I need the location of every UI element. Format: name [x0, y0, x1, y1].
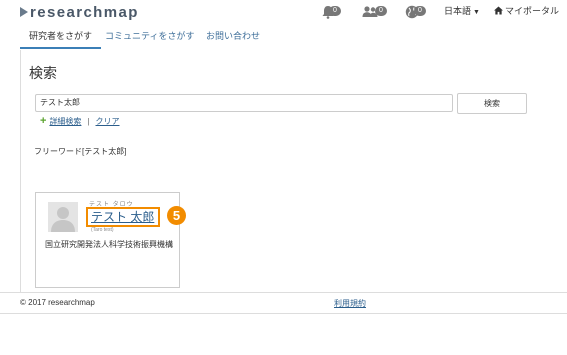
researcher-name-link[interactable]: テスト 太郎: [91, 208, 154, 225]
search-links: + 詳細検索 | クリア: [40, 115, 120, 127]
copyright-text: © 2017 researchmap: [20, 298, 95, 307]
mypage-link[interactable]: マイポータル: [494, 4, 559, 17]
logo-text: researchmap: [30, 3, 139, 21]
home-icon: [494, 6, 503, 15]
logo-arrow-icon: [20, 7, 28, 17]
language-selector[interactable]: 日本語 ▼: [444, 4, 480, 17]
clear-link[interactable]: クリア: [96, 116, 120, 127]
mypage-label: マイポータル: [505, 6, 560, 16]
terms-link[interactable]: 利用規約: [334, 298, 366, 309]
main-nav: 研究者をさがす コミュニティをさがす お問い合わせ: [20, 24, 567, 51]
callout-number-badge: 5: [167, 206, 186, 225]
researcher-affiliation: 国立研究開発法人科学技術振興機構: [45, 240, 173, 249]
search-button[interactable]: 検索: [457, 93, 527, 114]
caret-down-icon: ▼: [473, 9, 480, 16]
language-label: 日本語: [444, 6, 472, 16]
researchmap-logo[interactable]: researchmap: [20, 3, 139, 21]
tab-contact[interactable]: お問い合わせ: [197, 24, 269, 49]
link-separator: |: [87, 116, 90, 126]
person-placeholder-icon: [48, 202, 78, 232]
page-title: 検索: [29, 65, 57, 81]
globe-badge: 0: [414, 6, 426, 16]
tab-search-researchers[interactable]: 研究者をさがす: [20, 24, 102, 49]
notification-badge: 0: [329, 6, 341, 16]
advanced-search-link[interactable]: 詳細検索: [49, 116, 81, 127]
freeword-summary: フリーワード[テスト太郎]: [34, 147, 127, 156]
researcher-roman-name: (Taro test): [91, 227, 114, 233]
avatar: [48, 202, 78, 232]
researcher-card[interactable]: テスト タロウ テスト 太郎 (Taro test) 国立研究開発法人科学技術振…: [35, 192, 180, 288]
plus-icon: +: [40, 115, 47, 127]
tab-search-communities[interactable]: コミュニティをさがす: [96, 24, 203, 49]
footer: © 2017 researchmap 利用規約: [0, 292, 567, 314]
search-input[interactable]: テスト太郎: [35, 94, 453, 112]
users-badge: 0: [375, 6, 387, 16]
top-bar: researchmap 0 0 0 日本語 ▼ マイポータル: [0, 0, 567, 24]
